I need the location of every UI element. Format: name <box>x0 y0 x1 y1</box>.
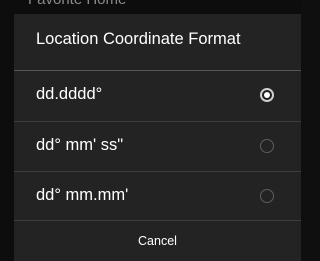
dialog-title: Location Coordinate Format <box>36 30 241 48</box>
dialog-button-row: Cancel <box>14 220 301 261</box>
background-screen-text: Favorite Home <box>28 0 126 8</box>
option-label: dd.dddd° <box>36 85 103 103</box>
option-decimal-degrees[interactable]: dd.dddd° <box>14 71 301 121</box>
option-label: dd° mm.mm' <box>36 186 129 204</box>
option-degrees-decimal-minutes[interactable]: dd° mm.mm' <box>14 172 301 222</box>
radio-unselected-icon[interactable] <box>260 139 274 153</box>
radio-unselected-icon[interactable] <box>260 189 274 203</box>
option-label: dd° mm' ss" <box>36 136 124 154</box>
screen: Favorite Home Location Coordinate Format… <box>0 0 301 261</box>
radio-selected-icon[interactable] <box>260 88 274 102</box>
coordinate-format-dialog: Location Coordinate Format dd.dddd° dd° … <box>14 14 301 261</box>
option-degrees-minutes-seconds[interactable]: dd° mm' ss" <box>14 122 301 172</box>
cancel-button[interactable]: Cancel <box>14 220 301 261</box>
